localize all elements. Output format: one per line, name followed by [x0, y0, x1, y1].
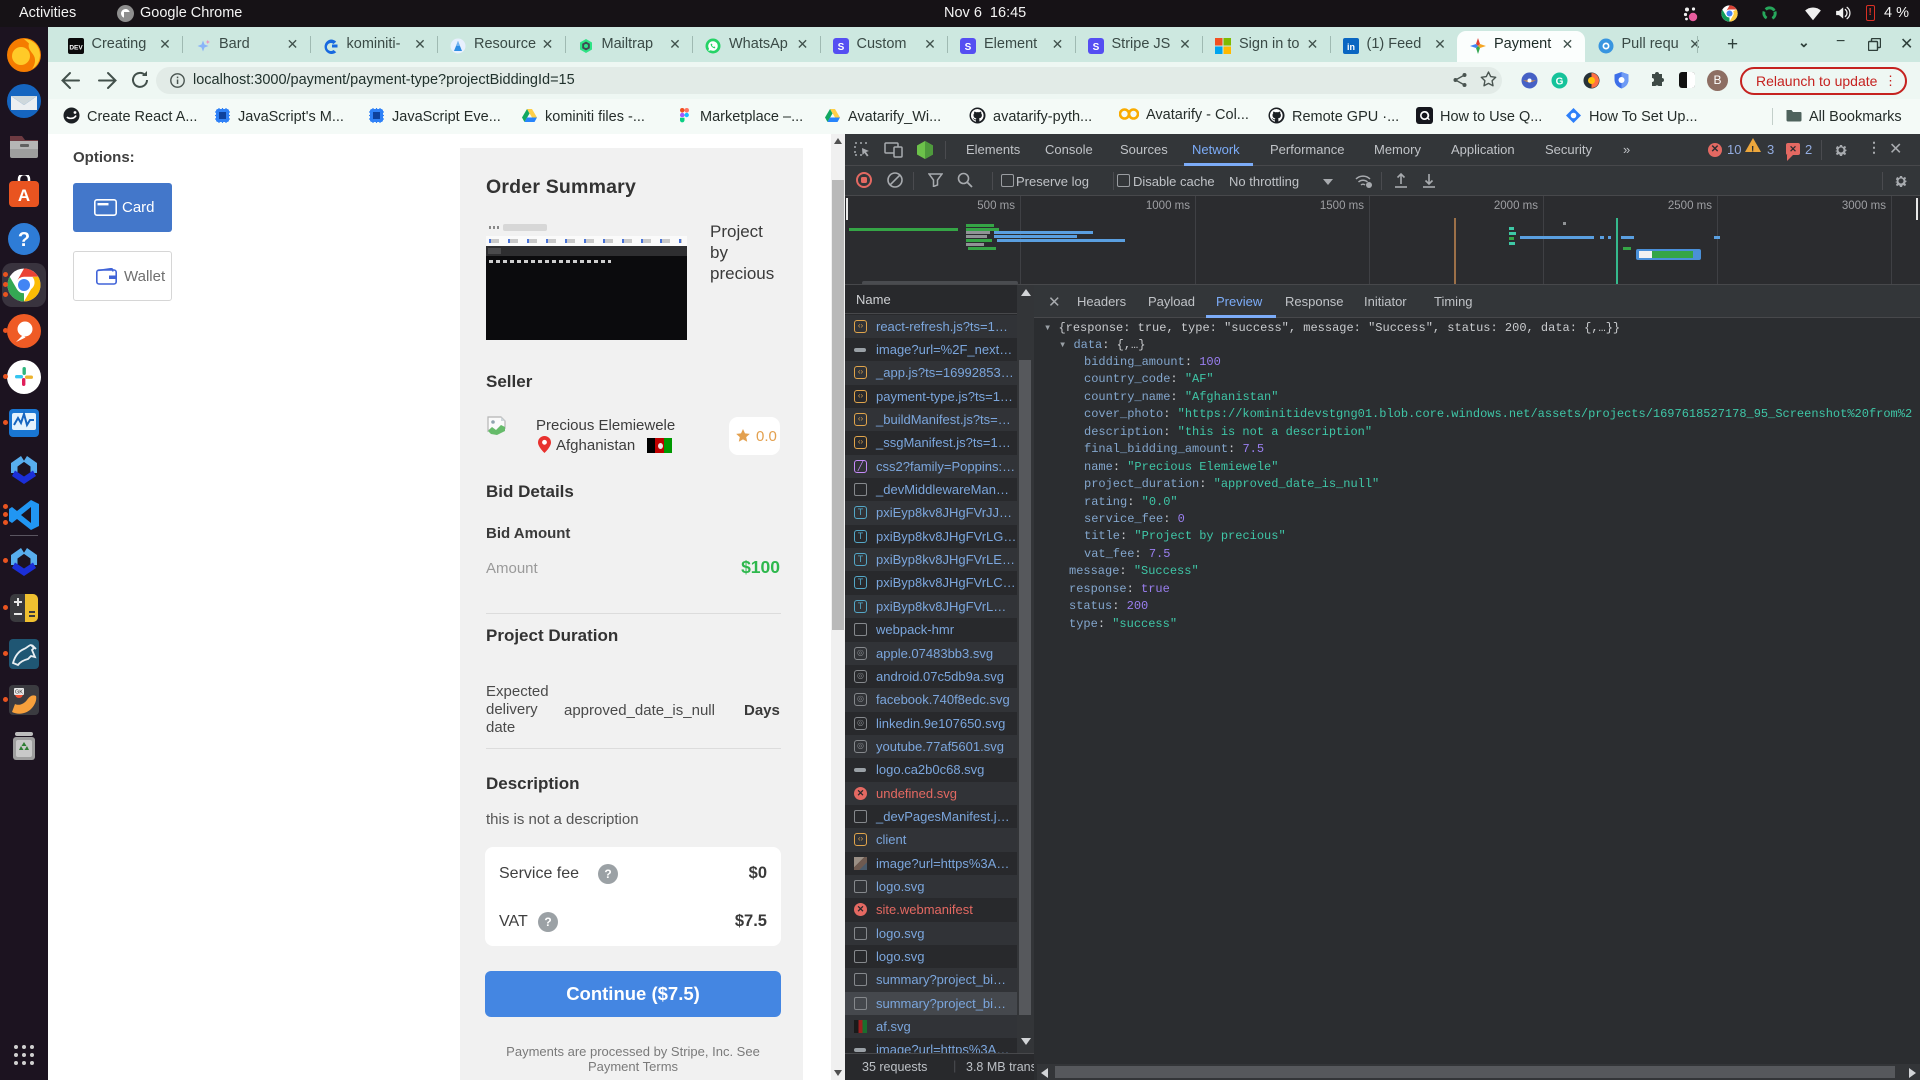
svg-text:G: G [1556, 77, 1564, 88]
svg-text:in: in [1347, 42, 1355, 52]
svg-text:DEV: DEV [69, 45, 83, 52]
svg-text:S: S [1092, 42, 1099, 53]
svg-text:A: A [18, 186, 30, 205]
svg-text:S: S [837, 42, 844, 53]
svg-text:GK: GK [15, 690, 23, 696]
svg-text:S: S [965, 42, 972, 53]
svg-text:?: ? [18, 229, 30, 251]
